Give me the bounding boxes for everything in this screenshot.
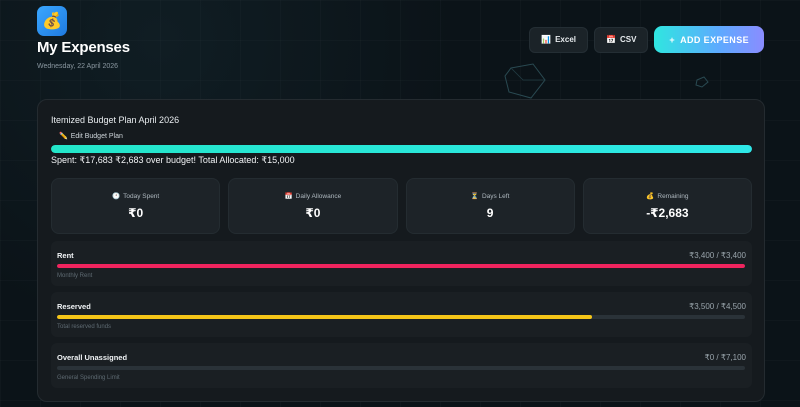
budget-progress-bar <box>51 145 752 153</box>
clock-icon: 🕐 <box>112 193 121 200</box>
stat-value: 9 <box>486 206 494 220</box>
add-expense-label: ADD EXPENSE <box>680 34 749 45</box>
category-description: General Spending Limit <box>57 375 120 381</box>
stat-days-left: ⏳ Days Left 9 <box>405 178 575 234</box>
category-progress-bar <box>57 264 745 268</box>
category-description: Total reserved funds <box>57 324 112 330</box>
category-progress-fill <box>57 315 593 319</box>
calendar-icon: 📅 <box>284 193 293 200</box>
stat-label: Daily Allowance <box>295 192 342 200</box>
stat-today-spent: 🕐 Today Spent ₹0 <box>51 178 221 234</box>
money-bag-icon: 💰 <box>37 6 67 36</box>
edit-budget-plan-label: Edit Budget Plan <box>70 132 123 140</box>
budget-plan-title: Itemized Budget Plan April 2026 <box>51 115 180 125</box>
stat-label: Remaining <box>657 192 689 200</box>
stat-value: -₹2,683 <box>646 206 689 220</box>
category-name: Rent <box>57 251 74 260</box>
category-progress-fill <box>57 264 745 268</box>
chart-icon: 📊 <box>541 35 552 44</box>
stats-row: 🕐 Today Spent ₹0 📅 Daily Allowance ₹0 ⏳ … <box>51 178 752 234</box>
current-date: Wednesday, 22 April 2026 <box>37 63 119 70</box>
stat-label: Days Left <box>481 192 510 200</box>
money-bag-icon: 💰 <box>646 193 655 200</box>
add-expense-button[interactable]: + ADD EXPENSE <box>654 26 764 53</box>
category-progress-bar <box>57 366 745 370</box>
export-csv-button[interactable]: 📅 CSV <box>594 26 649 53</box>
budget-summary: Spent: ₹17,683 ₹2,683 over budget! Total… <box>51 155 295 165</box>
category-amount: ₹0 / ₹7,100 <box>704 353 746 362</box>
stat-value: ₹0 <box>305 206 321 220</box>
category-progress-bar <box>57 315 745 319</box>
hourglass-icon: ⏳ <box>470 193 479 200</box>
category-amount: ₹3,400 / ₹3,400 <box>689 251 746 260</box>
plus-icon: + <box>669 34 676 45</box>
category-overall-unassigned: Overall Unassigned ₹0 / ₹7,100 General S… <box>51 343 752 388</box>
page-header: 💰 My Expenses Wednesday, 22 April 2026 📊… <box>37 6 764 86</box>
page-title: My Expenses <box>37 39 130 56</box>
export-excel-button[interactable]: 📊 Excel <box>529 26 588 53</box>
budget-progress-fill <box>51 145 752 153</box>
category-name: Reserved <box>57 302 91 311</box>
header-actions: 📊 Excel 📅 CSV + ADD EXPENSE <box>529 26 764 53</box>
calendar-icon: 📅 <box>606 35 616 44</box>
category-amount: ₹3,500 / ₹4,500 <box>689 302 746 311</box>
stat-remaining: 💰 Remaining -₹2,683 <box>582 178 752 234</box>
pencil-icon: ✏️ <box>59 133 68 140</box>
budget-plan-panel: Itemized Budget Plan April 2026 ✏️ Edit … <box>37 99 765 402</box>
category-rent: Rent ₹3,400 / ₹3,400 Monthly Rent <box>51 241 752 286</box>
category-reserved: Reserved ₹3,500 / ₹4,500 Total reserved … <box>51 292 752 337</box>
category-name: Overall Unassigned <box>57 353 128 362</box>
edit-budget-plan-button[interactable]: ✏️ Edit Budget Plan <box>59 132 123 141</box>
category-description: Monthly Rent <box>57 273 93 279</box>
export-excel-label: Excel <box>555 35 576 44</box>
stat-value: ₹0 <box>128 206 144 220</box>
stat-daily-allowance: 📅 Daily Allowance ₹0 <box>228 178 398 234</box>
stat-label: Today Spent <box>123 192 160 200</box>
export-csv-label: CSV <box>619 35 637 44</box>
